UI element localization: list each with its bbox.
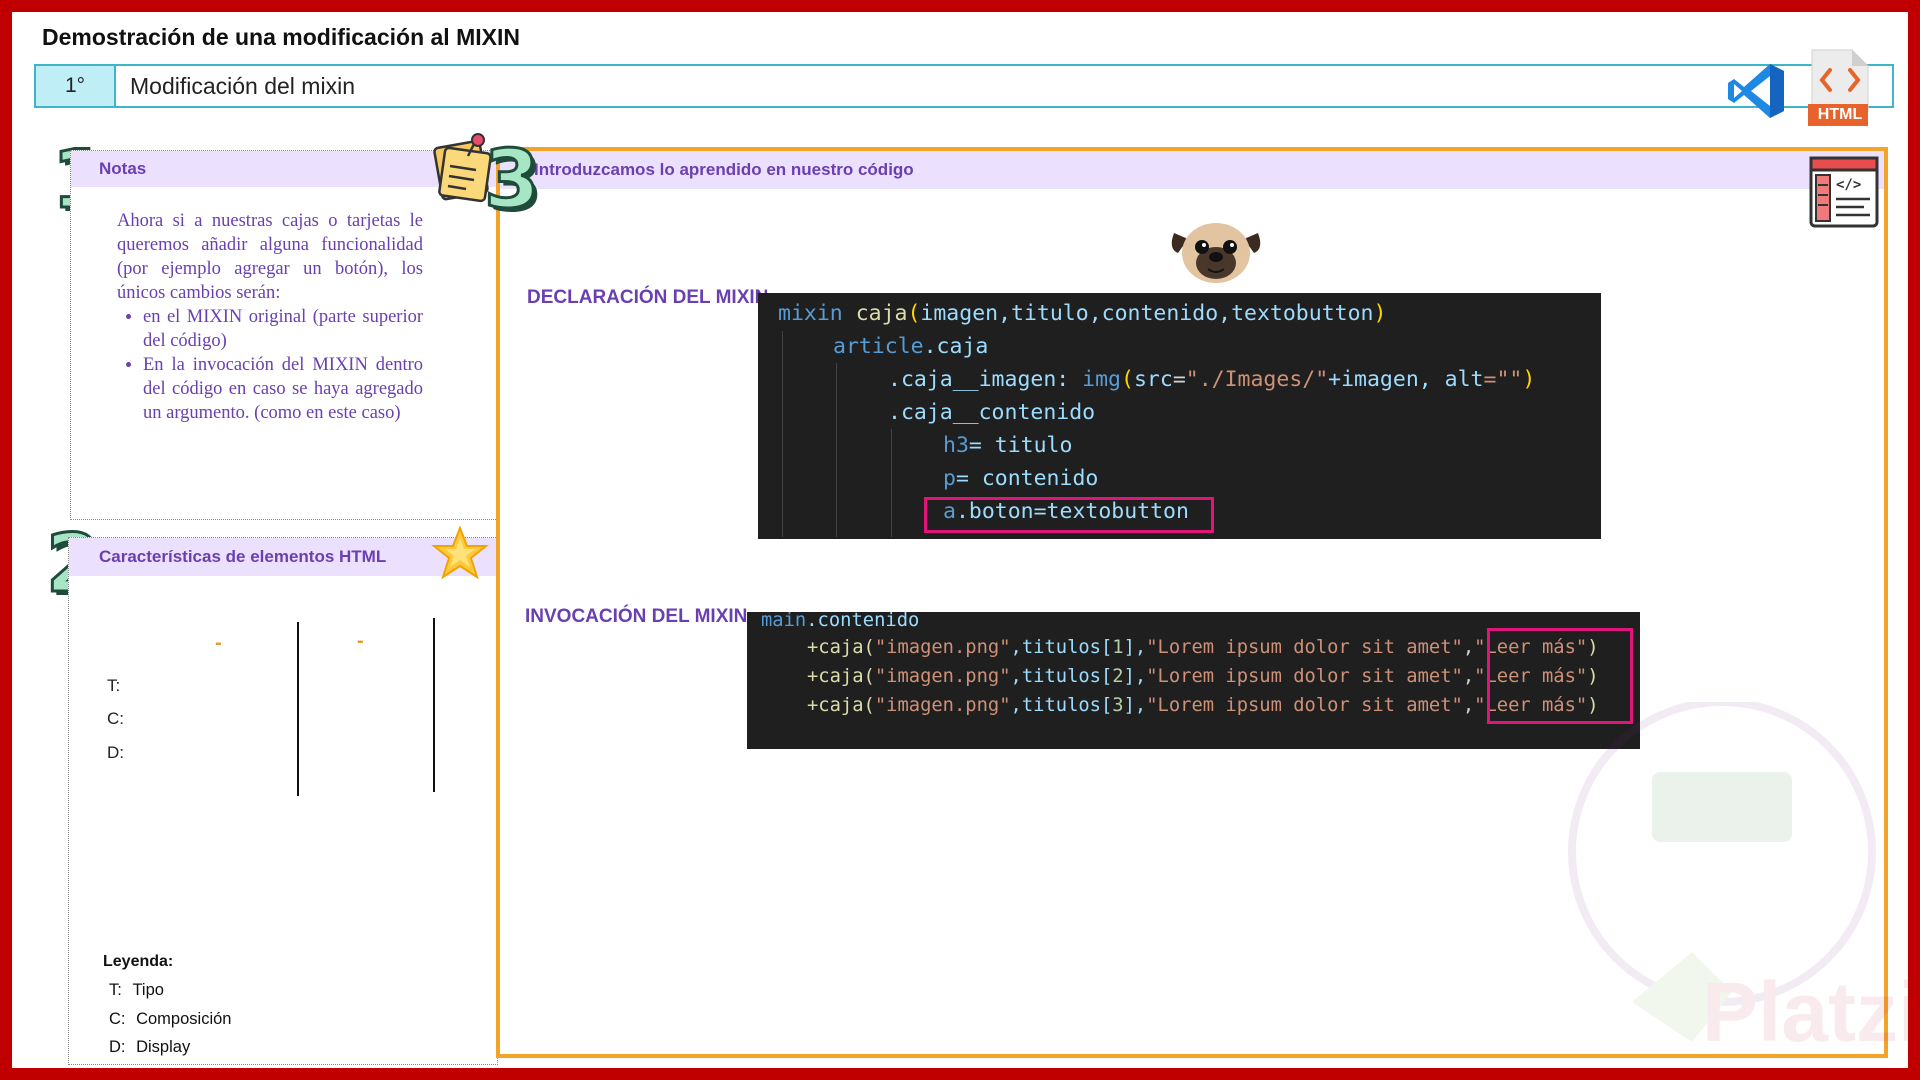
step-title: Modificación del mixin: [130, 72, 355, 99]
page-title: Demostración de una modificación al MIXI…: [42, 24, 520, 50]
pug-icon: [1171, 223, 1261, 283]
legend-value: Tipo: [132, 981, 164, 999]
legend-item-display: D: Display: [109, 1038, 190, 1057]
code-line-6: p= contenido: [943, 466, 1099, 491]
declaration-label: DECLARACIÓN DEL MIXIN:: [527, 287, 775, 308]
code-line-3: .caja__imagen: img(src="./Images/"+image…: [888, 367, 1536, 392]
code-panel-title: Introduzcamos lo aprendido en nuestro có…: [500, 151, 1884, 189]
slide: Demostración de una modificación al MIXI…: [12, 12, 1908, 1068]
code-line-1: mixin caja(imagen,titulo,contenido,texto…: [778, 301, 1387, 326]
notes-bullet-2: En la invocación del MIXIN dentro del có…: [143, 353, 423, 425]
notes-intro: Ahora si a nuestras cajas o tarjetas le …: [117, 211, 423, 303]
watermark-brand: Platzi: [1702, 965, 1908, 1059]
notes-bullet-1: en el MIXIN original (parte superior del…: [143, 305, 423, 353]
vscode-icon: [1728, 64, 1784, 118]
invocation-line-1: main.contenido: [761, 610, 920, 631]
highlight-new-line: [924, 497, 1214, 533]
watermark: Tech with Raul Platzi: [1542, 698, 1908, 1062]
notes-body: Ahora si a nuestras cajas o tarjetas le …: [117, 209, 423, 425]
legend-title: Leyenda:: [103, 953, 174, 970]
watermark-sign-2: Raul: [1702, 810, 1750, 835]
legend-value: Display: [136, 1038, 191, 1056]
code-line-2: article.caja: [833, 334, 989, 359]
characteristics-panel: Características de elementos HTML - - T:…: [68, 537, 499, 1065]
column-divider-2: [433, 618, 435, 792]
column-divider-1: [297, 622, 299, 796]
declaration-code-block: mixin caja(imagen,titulo,contenido,texto…: [758, 293, 1601, 539]
invocation-label: INVOCACIÓN DEL MIXIN:: [525, 606, 754, 627]
invocation-code-block: main.contenido +caja("imagen.png",titulo…: [747, 610, 1640, 749]
legend-item-composicion: C: Composición: [109, 1010, 231, 1029]
sticky-note-icon: [433, 133, 492, 203]
invocation-call-3: +caja("imagen.png",titulos[3],"Lorem ips…: [807, 695, 1599, 716]
html-file-icon: HTML: [1806, 48, 1872, 128]
code-line-4: .caja__contenido: [888, 400, 1096, 425]
column-dash-1: -: [215, 632, 222, 654]
code-line-5: h3= titulo: [943, 433, 1073, 458]
legend-key: T:: [109, 981, 122, 999]
invocation-call-1: +caja("imagen.png",titulos[1],"Lorem ips…: [807, 637, 1599, 658]
step-bar: 1° Modificación del mixin: [34, 64, 1894, 108]
legend-item-tipo: T: Tipo: [109, 981, 164, 1000]
row-label-t: T:: [107, 676, 121, 695]
legend-key: D:: [109, 1038, 126, 1056]
section-number-3: 3: [483, 133, 542, 226]
legend-value: Composición: [136, 1010, 232, 1028]
step-number: 1°: [36, 66, 116, 106]
row-label-d: D:: [107, 743, 124, 762]
code-window-icon: </>: [1809, 156, 1879, 228]
notes-bullets: en el MIXIN original (parte superior del…: [143, 305, 423, 425]
star-icon: [431, 525, 489, 580]
watermark-sign-1: Tech with: [1682, 784, 1782, 809]
invocation-call-2: +caja("imagen.png",titulos[2],"Lorem ips…: [807, 666, 1599, 687]
svg-text:</>: </>: [1836, 177, 1861, 193]
html-badge-label: HTML: [1817, 106, 1863, 123]
column-dash-2: -: [357, 630, 364, 652]
legend-key: C:: [109, 1010, 126, 1028]
row-label-c: C:: [107, 709, 124, 728]
